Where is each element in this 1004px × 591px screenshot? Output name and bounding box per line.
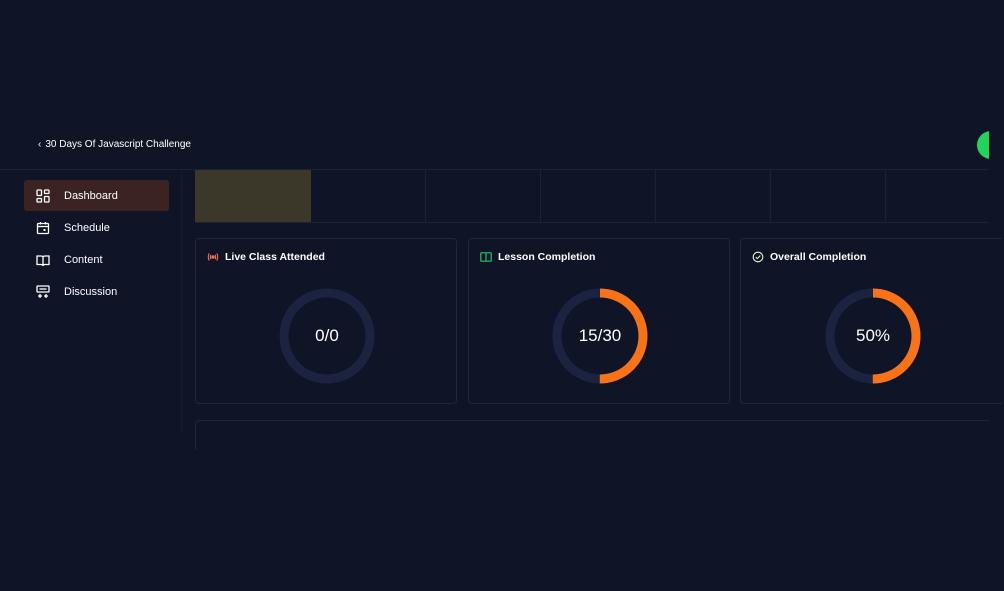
discussion-icon — [36, 284, 50, 299]
sidebar-item-label: Discussion — [64, 285, 118, 298]
breadcrumb[interactable]: ‹ 30 Days Of Javascript Challenge — [38, 139, 191, 150]
status-dot[interactable] — [977, 131, 989, 159]
sidebar-item-schedule[interactable]: Schedule — [24, 212, 169, 243]
book-open-icon — [480, 251, 492, 263]
tab-7[interactable] — [886, 170, 989, 222]
card-title: Live Class Attended — [207, 251, 325, 263]
sidebar-item-dashboard[interactable]: Dashboard — [24, 180, 169, 211]
progress-value: 0/0 — [315, 326, 339, 345]
overall-completion-card: Overall Completion 50% — [740, 238, 1002, 404]
breadcrumb-label: 30 Days Of Javascript Challenge — [45, 139, 191, 150]
chevron-left-icon: ‹ — [38, 138, 42, 150]
sidebar-item-label: Dashboard — [64, 189, 118, 202]
dashboard-icon — [36, 188, 50, 203]
book-icon — [36, 253, 50, 267]
card-title-text: Lesson Completion — [498, 251, 596, 263]
bottom-panel — [195, 420, 989, 450]
progress-value: 50% — [855, 326, 891, 345]
tab-5[interactable] — [656, 170, 771, 222]
sidebar-item-label: Content — [64, 253, 103, 266]
calendar-icon — [36, 221, 50, 235]
sidebar-item-label: Schedule — [64, 221, 110, 234]
card-title-text: Live Class Attended — [225, 251, 325, 263]
tab-4[interactable] — [541, 170, 656, 222]
card-title: Overall Completion — [752, 251, 866, 263]
lesson-completion-card: Lesson Completion 15/30 — [468, 238, 730, 404]
sidebar-item-discussion[interactable]: Discussion — [24, 276, 169, 307]
live-class-card: Live Class Attended 0/0 — [195, 238, 457, 404]
tab-3[interactable] — [426, 170, 541, 222]
progress-ring: 15/30 — [550, 286, 650, 386]
tab-6[interactable] — [771, 170, 886, 222]
progress-value: 15/30 — [578, 326, 622, 345]
progress-ring: 50% — [823, 286, 923, 386]
tab-strip — [195, 170, 989, 223]
tab-1[interactable] — [195, 170, 311, 222]
page: ‹ 30 Days Of Javascript Challenge Dashbo… — [0, 0, 1004, 591]
sidebar-divider — [181, 170, 182, 432]
sidebar: Dashboard Schedule Content Discussion — [24, 180, 169, 308]
tab-2[interactable] — [311, 170, 426, 222]
progress-ring: 0/0 — [277, 286, 377, 386]
check-circle-icon — [752, 251, 764, 263]
card-title-text: Overall Completion — [770, 251, 867, 263]
card-title: Lesson Completion — [480, 251, 595, 263]
broadcast-icon — [207, 251, 219, 263]
sidebar-item-content[interactable]: Content — [24, 244, 169, 275]
